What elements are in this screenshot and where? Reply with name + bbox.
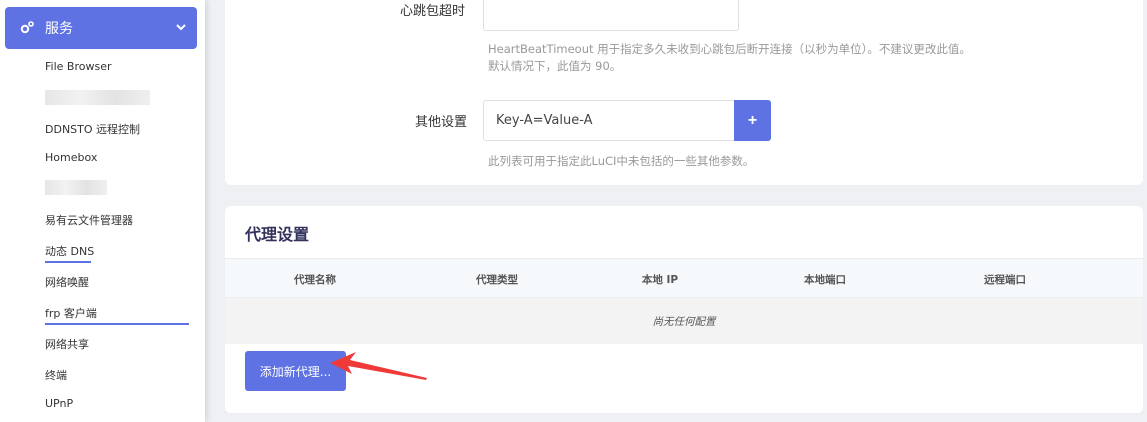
sidebar-item-redacted[interactable] [45,90,150,105]
sidebar-item-ddns[interactable]: 动态 DNS [45,243,94,259]
column-proxy-name: 代理名称 [294,274,336,286]
column-proxy-type: 代理类型 [476,274,518,286]
menu-services-label: 服务 [45,21,73,37]
sidebar-item-network-share[interactable]: 网络共享 [45,336,89,352]
sidebar-item-frp-client[interactable]: frp 客户端 [45,305,97,321]
sidebar-item-ddnsto[interactable]: DDNSTO 远程控制 [45,121,140,137]
annotation-arrow-icon [330,352,427,380]
other-settings-input[interactable]: Key-A=Value-A [483,100,735,141]
sidebar: 服务 File Browser DDNSTO 远程控制 Homebox 易有云文… [0,0,205,422]
sidebar-item-ddns-underline [45,261,91,263]
sidebar-item-yiyouyun[interactable]: 易有云文件管理器 [45,212,133,228]
column-local-ip: 本地 IP [641,274,679,286]
sidebar-item-active-indicator [45,323,189,325]
column-remote-port: 远程端口 [984,274,1026,286]
chevron-down-icon[interactable] [175,21,187,33]
sidebar-item-homebox[interactable]: Homebox [45,151,97,164]
heartbeat-help-line1: HeartBeatTimeout 用于指定多久未收到心跳包后断开连接（以秒为单位… [488,42,971,56]
other-settings-add-button[interactable]: + [734,100,771,141]
sidebar-item-upnp[interactable]: UPnP [45,397,73,410]
other-settings-help: 此列表可用于指定此LuCI中未包括的一些其他参数。 [488,154,755,168]
heartbeat-timeout-label: 心跳包超时 [400,4,466,19]
proxy-settings-title: 代理设置 [245,225,310,244]
sidebar-item-wol[interactable]: 网络唤醒 [45,274,89,290]
heartbeat-timeout-help: HeartBeatTimeout 用于指定多久未收到心跳包后断开连接（以秒为单位… [488,41,971,75]
menu-services[interactable]: 服务 [5,7,197,49]
proxy-table-header: 代理名称 代理类型 本地 IP 本地端口 远程端口 [225,258,1143,298]
column-local-port: 本地端口 [804,274,846,286]
empty-placeholder-text: 尚无任何配置 [652,316,716,328]
sidebar-item-file-browser[interactable]: File Browser [45,60,111,73]
sidebar-item-redacted[interactable] [45,180,107,195]
gear-icon [20,21,34,34]
heartbeat-help-line2: 默认情况下，此值为 90。 [488,59,622,73]
other-settings-label: 其他设置 [415,115,468,130]
table-row-empty: 尚无任何配置 [225,298,1143,344]
heartbeat-timeout-input[interactable] [483,0,739,31]
sidebar-item-terminal[interactable]: 终端 [45,367,67,383]
